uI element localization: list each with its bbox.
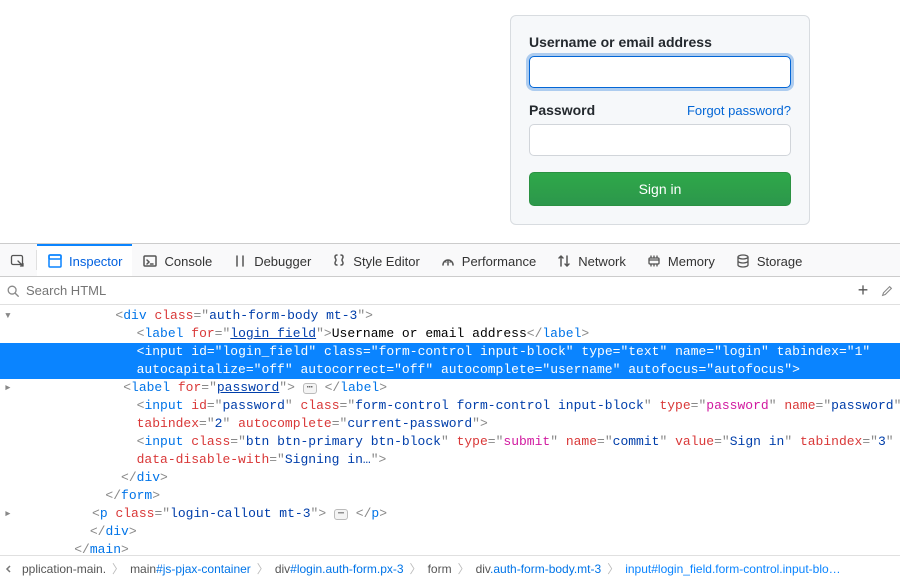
tab-debugger[interactable]: Debugger — [222, 244, 321, 276]
element-picker-icon — [10, 253, 26, 269]
tab-storage[interactable]: Storage — [725, 244, 813, 276]
tab-label: Debugger — [254, 254, 311, 269]
storage-icon — [735, 253, 751, 269]
tab-network[interactable]: Network — [546, 244, 636, 276]
dom-tree[interactable]: ▾ <div class="auth-form-body mt-3"> <lab… — [0, 305, 900, 555]
breadcrumb-item[interactable]: div.auth-form-body.mt-3 — [472, 562, 606, 576]
breadcrumb-scroll-left[interactable] — [0, 564, 18, 574]
selected-dom-node[interactable]: <input id="login_field" class="form-cont… — [0, 343, 900, 361]
add-node-button[interactable]: + — [852, 280, 874, 302]
breadcrumb-item[interactable]: pplication-main. — [18, 562, 110, 576]
forgot-password-link[interactable]: Forgot password? — [687, 103, 791, 118]
breadcrumb-item[interactable]: div#login.auth-form.px-3 — [271, 562, 408, 576]
debugger-icon — [232, 253, 248, 269]
username-input[interactable] — [529, 56, 791, 88]
tab-label: Inspector — [69, 254, 122, 269]
network-icon — [556, 253, 572, 269]
tab-performance[interactable]: Performance — [430, 244, 546, 276]
inspector-icon — [47, 253, 63, 269]
tab-memory[interactable]: Memory — [636, 244, 725, 276]
tab-label: Style Editor — [353, 254, 419, 269]
pick-element-button[interactable] — [0, 244, 36, 276]
sign-in-button[interactable]: Sign in — [529, 172, 791, 206]
breadcrumb-bar: pplication-main. 〉 main#js-pjax-containe… — [0, 555, 900, 581]
login-panel: Username or email address Password Forgo… — [510, 15, 810, 225]
search-icon — [6, 284, 20, 298]
password-input[interactable] — [529, 124, 791, 156]
ellipsis-icon[interactable]: ⋯ — [334, 509, 348, 520]
tab-inspector[interactable]: Inspector — [37, 244, 132, 276]
breadcrumb-item[interactable]: main#js-pjax-container — [126, 562, 255, 576]
tab-label: Console — [164, 254, 212, 269]
performance-icon — [440, 253, 456, 269]
tab-label: Performance — [462, 254, 536, 269]
breadcrumb-item[interactable]: form — [424, 562, 456, 576]
search-html-input[interactable] — [26, 283, 846, 298]
password-label: Password — [529, 102, 595, 118]
memory-icon — [646, 253, 662, 269]
tab-label: Memory — [668, 254, 715, 269]
style-editor-icon — [331, 253, 347, 269]
devtools-toolbar: Inspector Console Debugger Style Editor … — [0, 243, 900, 277]
tab-label: Storage — [757, 254, 803, 269]
username-label: Username or email address — [529, 34, 791, 50]
tab-console[interactable]: Console — [132, 244, 222, 276]
tab-style-editor[interactable]: Style Editor — [321, 244, 429, 276]
breadcrumb-item-current[interactable]: input#login_field.form-control.input-blo… — [621, 562, 844, 576]
content-area: Username or email address Password Forgo… — [0, 0, 900, 243]
ellipsis-icon[interactable]: ⋯ — [303, 383, 317, 394]
html-search-row: + — [0, 277, 900, 305]
console-icon — [142, 253, 158, 269]
edit-html-icon[interactable] — [880, 284, 894, 298]
tab-label: Network — [578, 254, 626, 269]
